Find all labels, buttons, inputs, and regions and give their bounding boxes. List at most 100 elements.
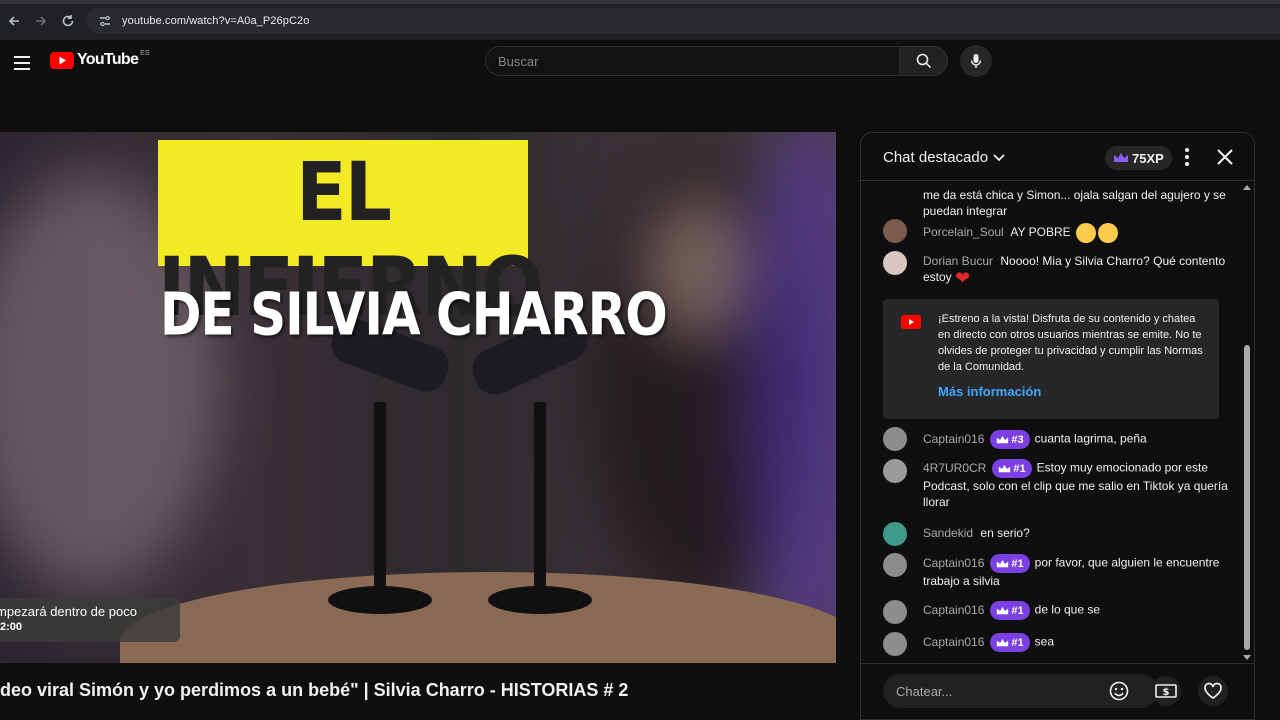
voice-search-button[interactable] [960,45,992,77]
scroll-up-icon[interactable] [1243,185,1251,190]
chat-message: Captain016 #1 de lo que se [883,600,1228,624]
thumbnail-title-line2: DE SILVIA CHARRO [160,280,668,349]
region-code: ES [140,49,150,57]
xp-value: 75XP [1132,150,1164,166]
crown-icon [1114,153,1128,162]
like-button[interactable] [1198,676,1228,706]
message-text: sea [1034,634,1054,649]
chat-message: 4R7UR0CR #1 Estoy muy emocionado por este … [883,459,1228,510]
author-name[interactable]: Porcelain_Soul [923,225,1004,239]
notice-text: ¡Estreno a la vista! Disfruta de su cont… [938,313,1203,373]
chat-message: Captain016 #1 sea [883,632,1228,656]
avatar[interactable] [883,459,907,483]
chat-mode-dropdown[interactable]: Chat destacado [883,149,1006,166]
video-player[interactable]: EL INFIERNO DE SILVIA CHARRO mpezará den… [0,132,836,663]
message-text: AY POBRE [1010,225,1071,240]
rank-badge: #1 [990,601,1030,620]
youtube-play-icon [50,51,74,69]
chat-input-row: $ [861,663,1254,719]
more-info-link[interactable]: Más información [938,384,1041,399]
super-chat-button[interactable]: $ [1151,676,1181,706]
rank-badge: #1 [990,633,1030,652]
chat-scrollbar[interactable] [1243,185,1251,663]
message-text: cuanta lagrima, peña [1034,431,1147,446]
chat-header: Chat destacado 75XP [861,133,1254,181]
avatar[interactable] [883,600,907,624]
search-button[interactable] [899,46,948,76]
author-name[interactable]: Captain016 [923,603,984,617]
crown-icon [997,559,1009,567]
avatar[interactable] [883,632,907,656]
search-box [485,46,900,76]
svg-text:$: $ [1163,687,1170,698]
rank-badge: #1 [990,554,1030,573]
logo-text: YouTube [77,51,139,68]
avatar[interactable] [883,427,907,451]
chat-message: Porcelain_Soul AY POBRE [883,219,1228,243]
crown-icon [997,606,1009,614]
youtube-header: YouTube ES [0,40,1280,100]
chat-message: Captain016 #1 por favor, que alguien le en… [883,553,1228,589]
close-icon[interactable] [1215,147,1235,167]
rank-badge: #3 [990,430,1030,449]
crown-icon [999,464,1011,472]
author-name[interactable]: Sandekid [923,526,973,540]
message-text: de lo que se [1034,602,1101,617]
back-button[interactable] [0,7,28,35]
tab-strip-edge [0,0,1280,4]
reload-button[interactable] [54,7,82,35]
author-name[interactable]: Captain016 [923,635,984,649]
arrow-right-icon [36,16,47,26]
premiere-notice: ¡Estreno a la vista! Disfruta de su cont… [883,299,1219,419]
video-title: deo viral Simón y yo perdimos a un bebé"… [0,680,629,700]
microphones-illustration [328,315,592,614]
youtube-icon [901,315,921,329]
chat-input[interactable] [896,683,1126,699]
address-bar[interactable]: youtube.com/watch?v=A0a_P26pC2o [86,8,1280,34]
sad-face-emoji-icon [1097,223,1118,243]
arrow-left-icon [8,16,19,26]
chat-messages: me da está chica y Simon... ojala salgan… [861,181,1254,663]
premiere-time: 2:00 [0,621,23,633]
author-name[interactable]: Captain016 [923,556,984,570]
avatar[interactable] [883,219,907,243]
emoji-button[interactable] [1104,676,1134,706]
author-name[interactable]: Captain016 [923,432,984,446]
search-input[interactable] [498,53,899,69]
menu-icon[interactable] [14,53,34,73]
more-options-icon[interactable] [1179,147,1195,167]
smiley-icon [1109,681,1129,701]
crown-icon [997,435,1009,443]
message-text: me da está chica y Simon... ojala salgan… [923,188,1226,218]
heart-icon [1204,682,1222,700]
browser-toolbar: youtube.com/watch?v=A0a_P26pC2o [0,0,1280,40]
chat-message: Captain016 #3 cuanta lagrima, peña [883,427,1228,451]
author-name[interactable]: 4R7UR0CR [923,461,986,475]
premiere-text: mpezará dentro de poco [0,604,137,619]
avatar[interactable] [883,522,907,546]
crown-icon [997,638,1009,646]
avatar[interactable] [883,251,907,275]
live-chat-panel: Chat destacado 75XP me da está chica y S… [860,132,1255,720]
xp-button[interactable]: 75XP [1105,146,1172,170]
chevron-down-icon [993,153,1005,161]
author-name[interactable]: Dorian Bucur [923,254,993,268]
scroll-thumb[interactable] [1244,345,1250,650]
scroll-down-icon[interactable] [1243,655,1251,660]
avatar[interactable] [883,553,907,577]
money-icon: $ [1155,684,1177,698]
chat-message: me da está chica y Simon... ojala salgan… [883,187,1228,219]
microphone-icon [970,54,982,68]
reload-icon [62,15,74,27]
sad-face-emoji-icon [1075,223,1096,243]
heart-emoji-icon: ❤ [955,267,971,288]
chat-message: Sandekid en serio? [883,522,1228,546]
rank-badge: #1 [992,459,1032,478]
site-settings-icon[interactable] [94,10,116,32]
chat-title: Chat destacado [883,149,989,166]
forward-button[interactable] [27,7,55,35]
search-icon [916,53,931,69]
chat-message: Dorian Bucur Noooo! Mia y Silvia Charro?… [883,251,1228,288]
youtube-logo[interactable]: YouTube ES [50,49,150,69]
message-text: en serio? [980,526,1030,540]
